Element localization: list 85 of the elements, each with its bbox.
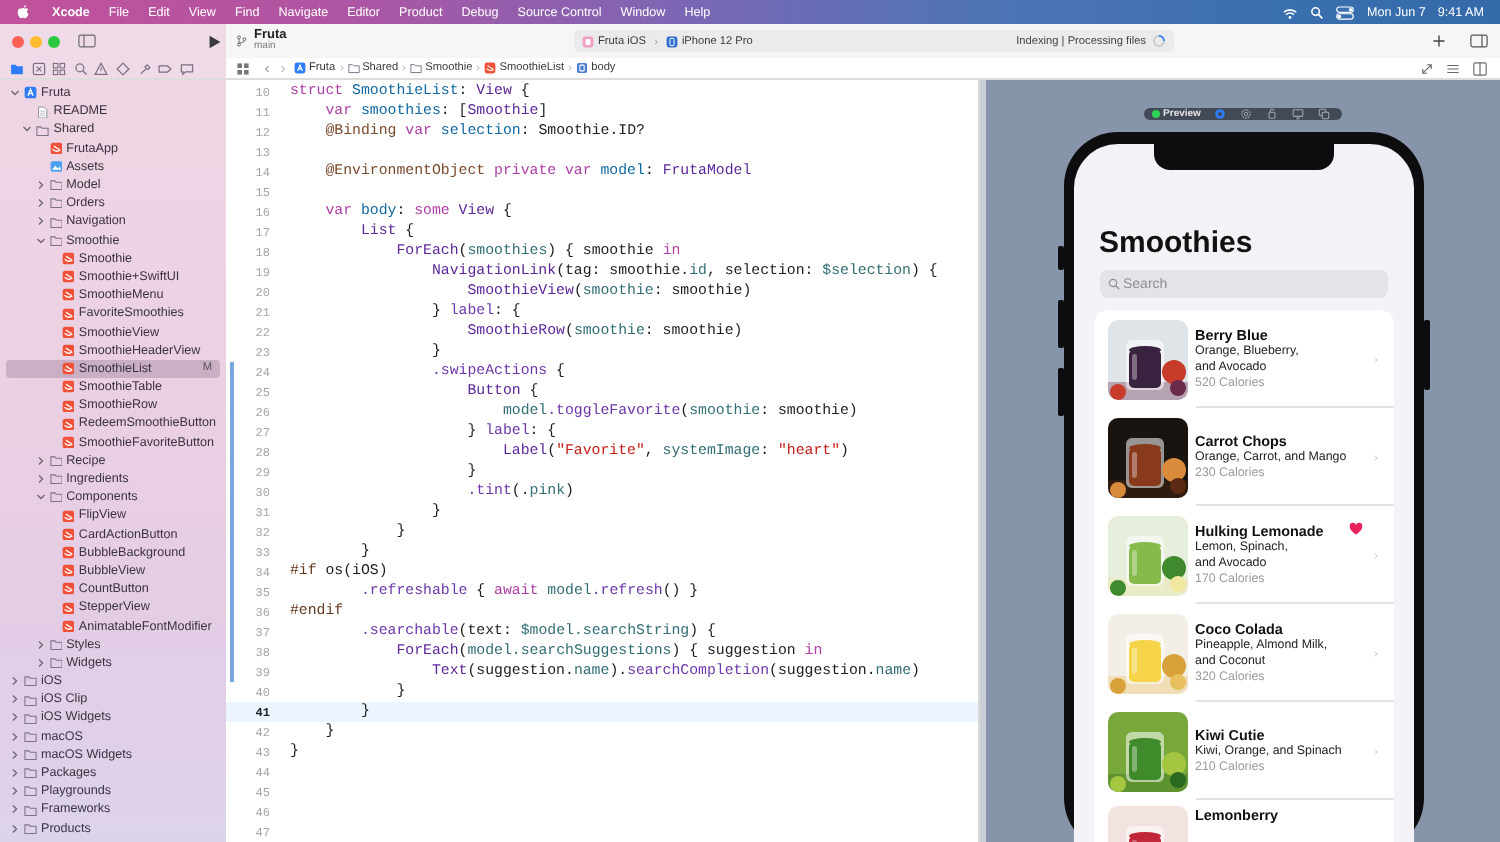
chevron-icon xyxy=(651,35,660,47)
disclosure-icon[interactable] xyxy=(22,124,33,135)
square-cross-icon[interactable] xyxy=(31,61,46,75)
project-icon xyxy=(24,86,37,100)
search-icon[interactable] xyxy=(1310,5,1325,19)
chevron-icon xyxy=(474,62,483,74)
sidebar-icon[interactable] xyxy=(78,34,96,48)
monitor-icon[interactable] xyxy=(1292,108,1305,120)
tag-icon[interactable] xyxy=(158,61,173,75)
rotate-icon[interactable] xyxy=(1266,108,1279,120)
add-icon[interactable] xyxy=(1432,34,1446,48)
disclosure-icon[interactable] xyxy=(10,749,20,760)
document-icon xyxy=(36,105,50,119)
swift-file-icon xyxy=(61,435,75,449)
folder-icon xyxy=(347,62,360,74)
swift-file-icon xyxy=(61,417,75,431)
folder-icon xyxy=(36,123,50,137)
swift-file-icon xyxy=(61,546,75,560)
disclosure-icon[interactable] xyxy=(10,786,20,797)
grid-icon[interactable] xyxy=(236,61,250,75)
wifi-icon[interactable] xyxy=(1282,5,1299,19)
swift-file-icon xyxy=(49,141,63,155)
app-icon xyxy=(582,35,594,47)
status-dot-icon xyxy=(1151,110,1160,118)
disclosure-icon[interactable] xyxy=(35,492,46,503)
gear-icon[interactable] xyxy=(1240,108,1253,120)
apple-icon[interactable] xyxy=(16,4,30,20)
swift-file-icon xyxy=(61,362,75,376)
close-button[interactable] xyxy=(12,35,24,47)
disclosure-icon[interactable] xyxy=(35,657,46,668)
zoom-button[interactable] xyxy=(48,35,60,47)
disclosure-icon[interactable] xyxy=(10,804,20,815)
swift-file-icon xyxy=(61,325,75,339)
back-icon[interactable] xyxy=(262,61,272,75)
swift-file-icon xyxy=(61,564,75,578)
swift-file-icon xyxy=(61,399,75,413)
live-mode-icon[interactable] xyxy=(1214,108,1227,120)
screen-title: Smoothies xyxy=(1099,228,1255,260)
disclosure-icon[interactable] xyxy=(35,235,46,246)
arrows-icon[interactable] xyxy=(1420,61,1434,75)
swift-file-icon xyxy=(61,270,75,284)
spinner-icon xyxy=(1152,34,1166,48)
swift-file-icon xyxy=(61,252,75,266)
disclosure-icon[interactable] xyxy=(35,455,46,466)
lines-icon[interactable] xyxy=(1446,61,1460,75)
swift-file-icon xyxy=(61,307,75,321)
swift-file-icon xyxy=(61,527,75,541)
disclosure-icon[interactable] xyxy=(35,198,46,209)
swift-file-icon xyxy=(61,380,75,394)
chevron-icon xyxy=(337,62,346,74)
disclosure-icon[interactable] xyxy=(10,676,20,687)
disclosure-icon[interactable] xyxy=(10,88,20,99)
diamond-icon[interactable] xyxy=(115,61,130,75)
disclosure-icon[interactable] xyxy=(10,694,20,705)
search-icon xyxy=(1107,278,1119,290)
chevron-icon xyxy=(566,62,575,74)
split-view-icon[interactable] xyxy=(1472,61,1488,75)
brush-icon[interactable] xyxy=(137,61,152,75)
disclosure-icon[interactable] xyxy=(35,639,46,650)
disclosure-icon[interactable] xyxy=(35,474,46,485)
sidebar-right-icon[interactable] xyxy=(1470,34,1488,48)
disclosure-icon[interactable] xyxy=(10,712,20,723)
phone-icon xyxy=(665,35,678,47)
grid-icon[interactable] xyxy=(52,61,67,75)
disclosure-icon[interactable] xyxy=(35,216,46,227)
search-icon[interactable] xyxy=(73,61,88,75)
warning-icon[interactable] xyxy=(94,61,109,75)
run-icon[interactable] xyxy=(208,33,222,49)
disclosure-icon[interactable] xyxy=(10,823,20,834)
image-icon xyxy=(49,160,63,174)
swift-file-icon xyxy=(61,582,75,596)
swift-file-icon xyxy=(61,343,75,357)
disclosure-icon[interactable] xyxy=(10,731,20,742)
swift-file-icon xyxy=(61,288,75,302)
duplicate-icon[interactable] xyxy=(1318,108,1331,120)
disclosure-icon[interactable] xyxy=(35,180,46,191)
bubble-icon[interactable] xyxy=(179,61,194,75)
swift-file-icon xyxy=(61,619,75,633)
folder-icon xyxy=(410,62,423,74)
swift-file-icon xyxy=(61,601,75,615)
swift-file-icon xyxy=(61,509,75,523)
disclosure-icon[interactable] xyxy=(10,768,20,779)
branch-icon xyxy=(236,34,248,48)
toggle-icon[interactable] xyxy=(1336,5,1355,19)
chevron-icon xyxy=(400,62,409,74)
